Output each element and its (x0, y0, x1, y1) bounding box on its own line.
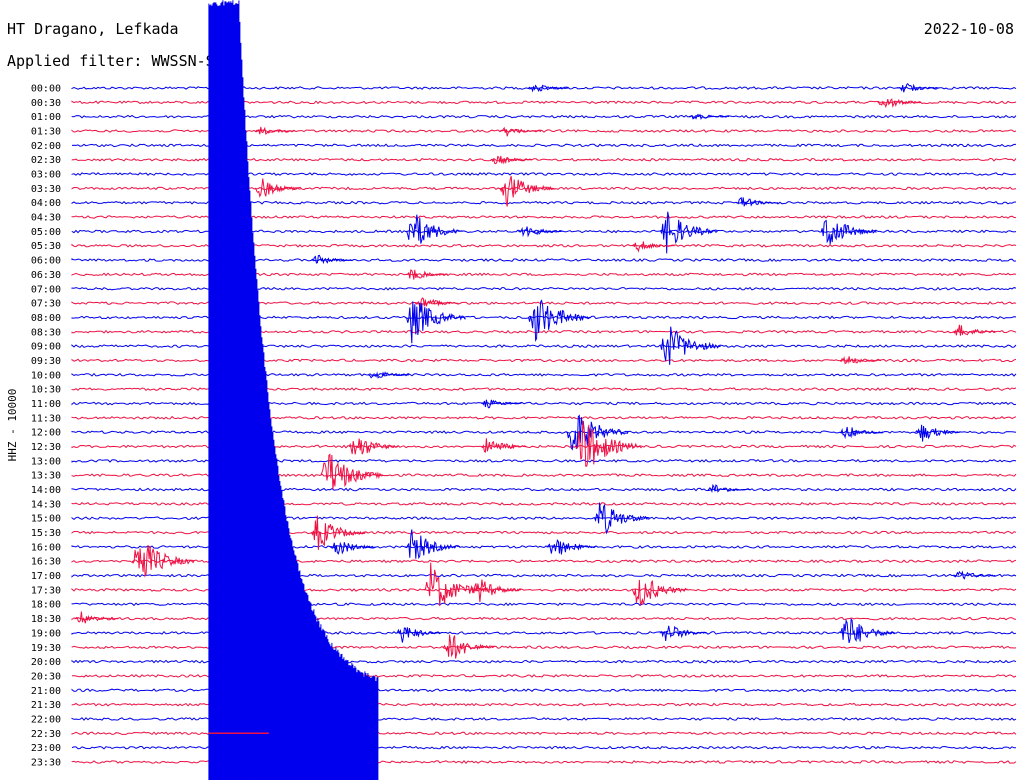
time-tick-label: 20:30 (31, 671, 61, 682)
time-tick-label: 17:30 (31, 585, 61, 596)
time-tick-label: 05:30 (31, 241, 61, 252)
event-mark (953, 324, 997, 336)
event-mark (839, 618, 896, 644)
time-tick-label: 10:30 (31, 385, 61, 396)
event-mark (839, 356, 882, 365)
event-mark (490, 155, 533, 165)
time-tick-label: 03:30 (31, 184, 61, 195)
event-mark (575, 420, 642, 467)
time-tick-label: 02:00 (31, 141, 61, 152)
time-tick-label: 07:00 (31, 284, 61, 295)
event-mark (471, 579, 522, 603)
time-tick-label: 13:30 (31, 471, 61, 482)
time-tick-label: 09:00 (31, 342, 61, 353)
time-tick-labels: 00:00 00:30 01:00 01:30 02:00 02:30 03:00 03:30… (31, 84, 61, 769)
event-mark (915, 424, 961, 442)
time-tick-label: 06:30 (31, 270, 61, 281)
time-tick-label: 15:00 (31, 514, 61, 525)
time-tick-label: 01:00 (31, 112, 61, 123)
event-mark (631, 579, 688, 607)
time-tick-label: 16:00 (31, 542, 61, 553)
time-tick-label: 15:30 (31, 528, 61, 539)
time-tick-label: 19:30 (31, 643, 61, 654)
event-mark (593, 502, 650, 535)
time-tick-label: 10:00 (31, 370, 61, 381)
channel-label: HHZ - 10000 (6, 389, 19, 462)
time-tick-label: 14:30 (31, 499, 61, 510)
event-mark (498, 126, 542, 137)
time-tick-label: 23:30 (31, 757, 61, 768)
time-tick-label: 08:30 (31, 327, 61, 338)
event-mark (953, 570, 996, 580)
event-mark (528, 84, 569, 93)
event-mark (707, 483, 751, 494)
time-tick-label: 12:30 (31, 442, 61, 453)
event-mark (396, 627, 442, 643)
time-tick-label: 09:30 (31, 356, 61, 367)
event-mark (481, 438, 527, 453)
time-tick-label: 01:30 (31, 127, 61, 138)
time-tick-label: 22:00 (31, 714, 61, 725)
event-mark (254, 126, 295, 135)
event-mark (481, 399, 522, 409)
time-tick-label: 05:00 (31, 227, 61, 238)
time-tick-label: 04:00 (31, 198, 61, 209)
time-tick-label: 07:30 (31, 299, 61, 310)
event-mark (404, 301, 466, 344)
event-mark (528, 299, 591, 343)
time-tick-label: 21:30 (31, 700, 61, 711)
event-mark (310, 254, 353, 265)
time-tick-label: 12:00 (31, 428, 61, 439)
time-tick-label: 04:30 (31, 213, 61, 224)
event-mark (546, 539, 596, 555)
time-tick-label: 14:00 (31, 485, 61, 496)
time-tick-label: 19:00 (31, 628, 61, 639)
time-tick-label: 00:00 (31, 84, 61, 95)
time-tick-label: 18:30 (31, 614, 61, 625)
time-tick-label: 17:00 (31, 571, 61, 582)
event-mark (367, 371, 410, 379)
event-mark (517, 226, 563, 238)
time-tick-label: 20:00 (31, 657, 61, 668)
time-tick-label: 16:30 (31, 557, 61, 568)
time-tick-label: 22:30 (31, 729, 61, 740)
time-tick-label: 02:30 (31, 155, 61, 166)
time-tick-label: 23:00 (31, 743, 61, 754)
time-tick-label: 13:00 (31, 456, 61, 467)
time-tick-label: 11:30 (31, 413, 61, 424)
event-mark (839, 426, 884, 440)
event-mark (403, 529, 461, 560)
time-tick-label: 18:00 (31, 600, 61, 611)
event-mark (405, 214, 463, 244)
time-tick-label: 06:00 (31, 256, 61, 267)
time-tick-label: 00:30 (31, 98, 61, 109)
event-mark (328, 541, 376, 555)
time-tick-label: 03:00 (31, 170, 61, 181)
time-tick-label: 08:00 (31, 313, 61, 324)
time-tick-label: 21:00 (31, 686, 61, 697)
helicorder-plot: 00:00 00:30 01:00 01:30 02:00 02:30 03:00 03:30… (6, 0, 1017, 780)
time-tick-label: 11:00 (31, 399, 61, 410)
